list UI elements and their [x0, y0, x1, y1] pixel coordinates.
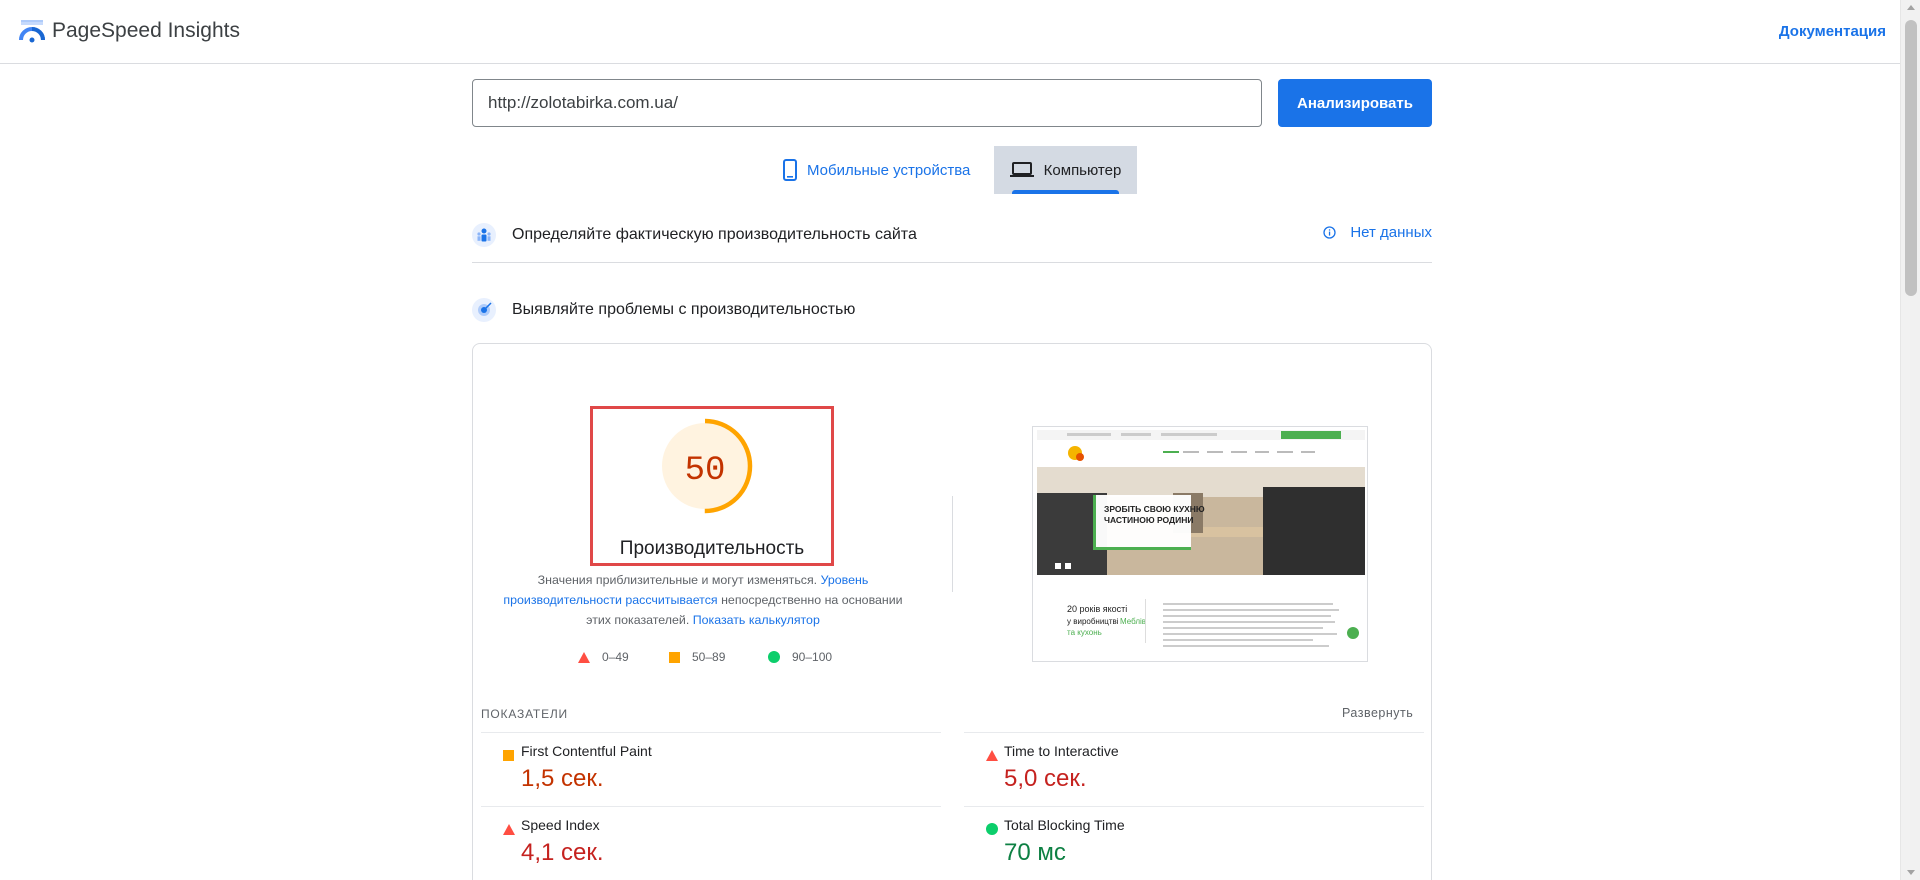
lab-diagnostics-icon: [472, 298, 496, 322]
url-input[interactable]: [472, 79, 1262, 127]
scroll-down-arrow-icon[interactable]: [1907, 870, 1915, 875]
metric-tti-name: Time to Interactive: [1004, 743, 1119, 759]
tab-mobile-label: Мобильные устройства: [807, 161, 971, 179]
top-bar: PageSpeed Insights Документация: [0, 0, 1900, 64]
app-title[interactable]: PageSpeed Insights: [52, 19, 240, 43]
score-description: Значения приблизительные и могут изменят…: [497, 570, 909, 630]
metric-tbt-value: 70 мс: [1004, 839, 1066, 866]
metric-fcp-value: 1,5 сек.: [521, 765, 604, 792]
scroll-thumb[interactable]: [1905, 20, 1917, 296]
legend-average-range: 50–89: [692, 650, 726, 664]
metric-tbt-name: Total Blocking Time: [1004, 817, 1125, 833]
documentation-link[interactable]: Документация: [1779, 23, 1886, 40]
metric-fcp: First Contentful Paint 1,5 сек.: [481, 732, 941, 806]
card-divider: [952, 496, 953, 592]
page-screenshot: ЗРОБІТЬ СВОЮ КУХНЮ ЧАСТИНОЮ РОДИНИ 20 ро…: [1032, 426, 1368, 662]
people-icon: [472, 222, 496, 247]
screenshot-years-3: Меблів: [1120, 617, 1146, 626]
pagespeed-logo-icon[interactable]: [18, 18, 46, 46]
screenshot-years-4: та кухонь: [1067, 628, 1102, 637]
red-triangle-icon: [986, 748, 998, 766]
expand-metrics-button[interactable]: Развернуть: [1342, 706, 1413, 720]
green-circle-icon: [768, 651, 780, 663]
orange-square-icon: [503, 748, 514, 766]
red-triangle-icon: [578, 651, 590, 663]
metric-tti: Time to Interactive 5,0 сек.: [964, 732, 1424, 806]
no-data-label: Нет данных: [1350, 224, 1432, 241]
no-data-link[interactable]: Нет данных: [1323, 224, 1432, 241]
page-scrollbar[interactable]: [1900, 0, 1920, 880]
metric-tbt: Total Blocking Time 70 мс: [964, 806, 1424, 880]
tab-mobile[interactable]: Мобильные устройства: [780, 146, 994, 194]
tab-desktop-label: Компьютер: [1043, 161, 1122, 179]
metric-speed-index-value: 4,1 сек.: [521, 839, 604, 866]
description-text-1: Значения приблизительные и могут изменят…: [537, 573, 821, 587]
legend-fail: 0–49: [578, 650, 629, 664]
legend-average: 50–89: [669, 650, 725, 664]
metric-speed-index: Speed Index 4,1 сек.: [481, 806, 941, 880]
screenshot-years-1: 20 років якості: [1067, 604, 1127, 614]
metric-tti-value: 5,0 сек.: [1004, 765, 1087, 792]
orange-square-icon: [669, 651, 680, 663]
legend-pass: 90–100: [768, 650, 832, 664]
lab-data-section: Выявляйте проблемы с производительностью: [472, 285, 1432, 335]
legend-pass-range: 90–100: [792, 650, 833, 664]
legend-fail-range: 0–49: [602, 650, 629, 664]
show-calculator-link[interactable]: Показать калькулятор: [693, 613, 820, 627]
red-triangle-icon: [503, 822, 515, 840]
screenshot-years-2: у виробництві: [1067, 617, 1119, 626]
laptop-icon: [1009, 162, 1034, 178]
performance-label: Производительность: [619, 538, 805, 559]
green-circle-icon: [986, 822, 998, 840]
metrics-heading: ПОКАЗАТЕЛИ: [481, 707, 568, 721]
analyze-button[interactable]: Анализировать: [1278, 79, 1432, 127]
lab-data-title: Выявляйте проблемы с производительностью: [512, 301, 856, 318]
field-data-title: Определяйте фактическую производительнос…: [512, 225, 917, 243]
info-icon: [1323, 226, 1336, 239]
metric-speed-index-name: Speed Index: [521, 817, 600, 833]
field-data-section: Определяйте фактическую производительнос…: [472, 207, 1432, 263]
scroll-up-arrow-icon[interactable]: [1907, 5, 1915, 10]
metric-fcp-name: First Contentful Paint: [521, 743, 652, 759]
screenshot-heading-2: ЧАСТИНОЮ РОДИНИ: [1104, 515, 1193, 525]
screenshot-heading-1: ЗРОБІТЬ СВОЮ КУХНЮ: [1104, 504, 1205, 514]
tab-desktop[interactable]: Компьютер: [994, 146, 1137, 194]
smartphone-icon: [783, 159, 797, 181]
